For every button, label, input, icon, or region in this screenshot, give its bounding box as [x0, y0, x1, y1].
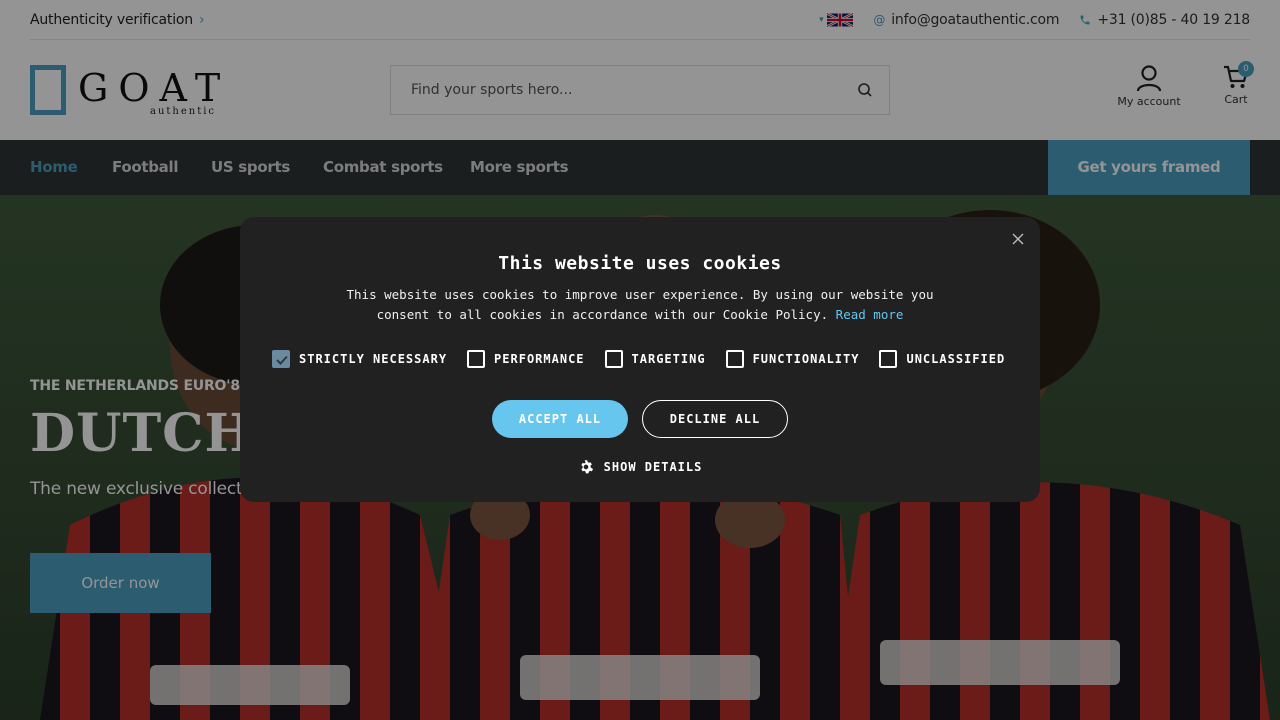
unclassified-checkbox[interactable] [879, 350, 898, 368]
targeting-checkbox[interactable] [604, 350, 623, 368]
option-functionality[interactable]: FUNCTIONALITY [725, 350, 860, 368]
cookie-consent-dialog: This website uses cookies This website u… [240, 217, 1040, 502]
option-targeting[interactable]: TARGETING [604, 350, 706, 368]
option-unclassified[interactable]: UNCLASSIFIED [879, 350, 1005, 368]
functionality-checkbox[interactable] [725, 350, 744, 368]
functionality-label: FUNCTIONALITY [752, 352, 860, 366]
close-icon[interactable] [1010, 231, 1026, 247]
option-strictly-necessary[interactable]: STRICTLY NECESSARY [272, 350, 447, 368]
show-details-label: SHOW DETAILS [603, 460, 703, 474]
cookie-dialog-text: This website uses cookies to improve use… [330, 285, 950, 325]
checkmark-icon [276, 355, 288, 365]
accept-all-button[interactable]: ACCEPT ALL [492, 400, 628, 438]
option-performance[interactable]: PERFORMANCE [467, 350, 584, 368]
strictly-necessary-label: STRICTLY NECESSARY [299, 352, 448, 366]
performance-label: PERFORMANCE [494, 352, 585, 366]
performance-checkbox[interactable] [467, 350, 486, 368]
gear-icon [580, 460, 593, 474]
cookie-category-options: STRICTLY NECESSARY PERFORMANCE TARGETING… [272, 349, 1025, 369]
strictly-necessary-checkbox[interactable] [272, 350, 290, 368]
read-more-link[interactable]: Read more [836, 307, 904, 322]
unclassified-label: UNCLASSIFIED [906, 352, 1006, 366]
cookie-dialog-title: This website uses cookies [498, 253, 782, 274]
show-details-button[interactable]: SHOW DETAILS [240, 459, 1040, 475]
decline-all-button[interactable]: DECLINE ALL [642, 400, 788, 438]
targeting-label: TARGETING [631, 352, 706, 366]
